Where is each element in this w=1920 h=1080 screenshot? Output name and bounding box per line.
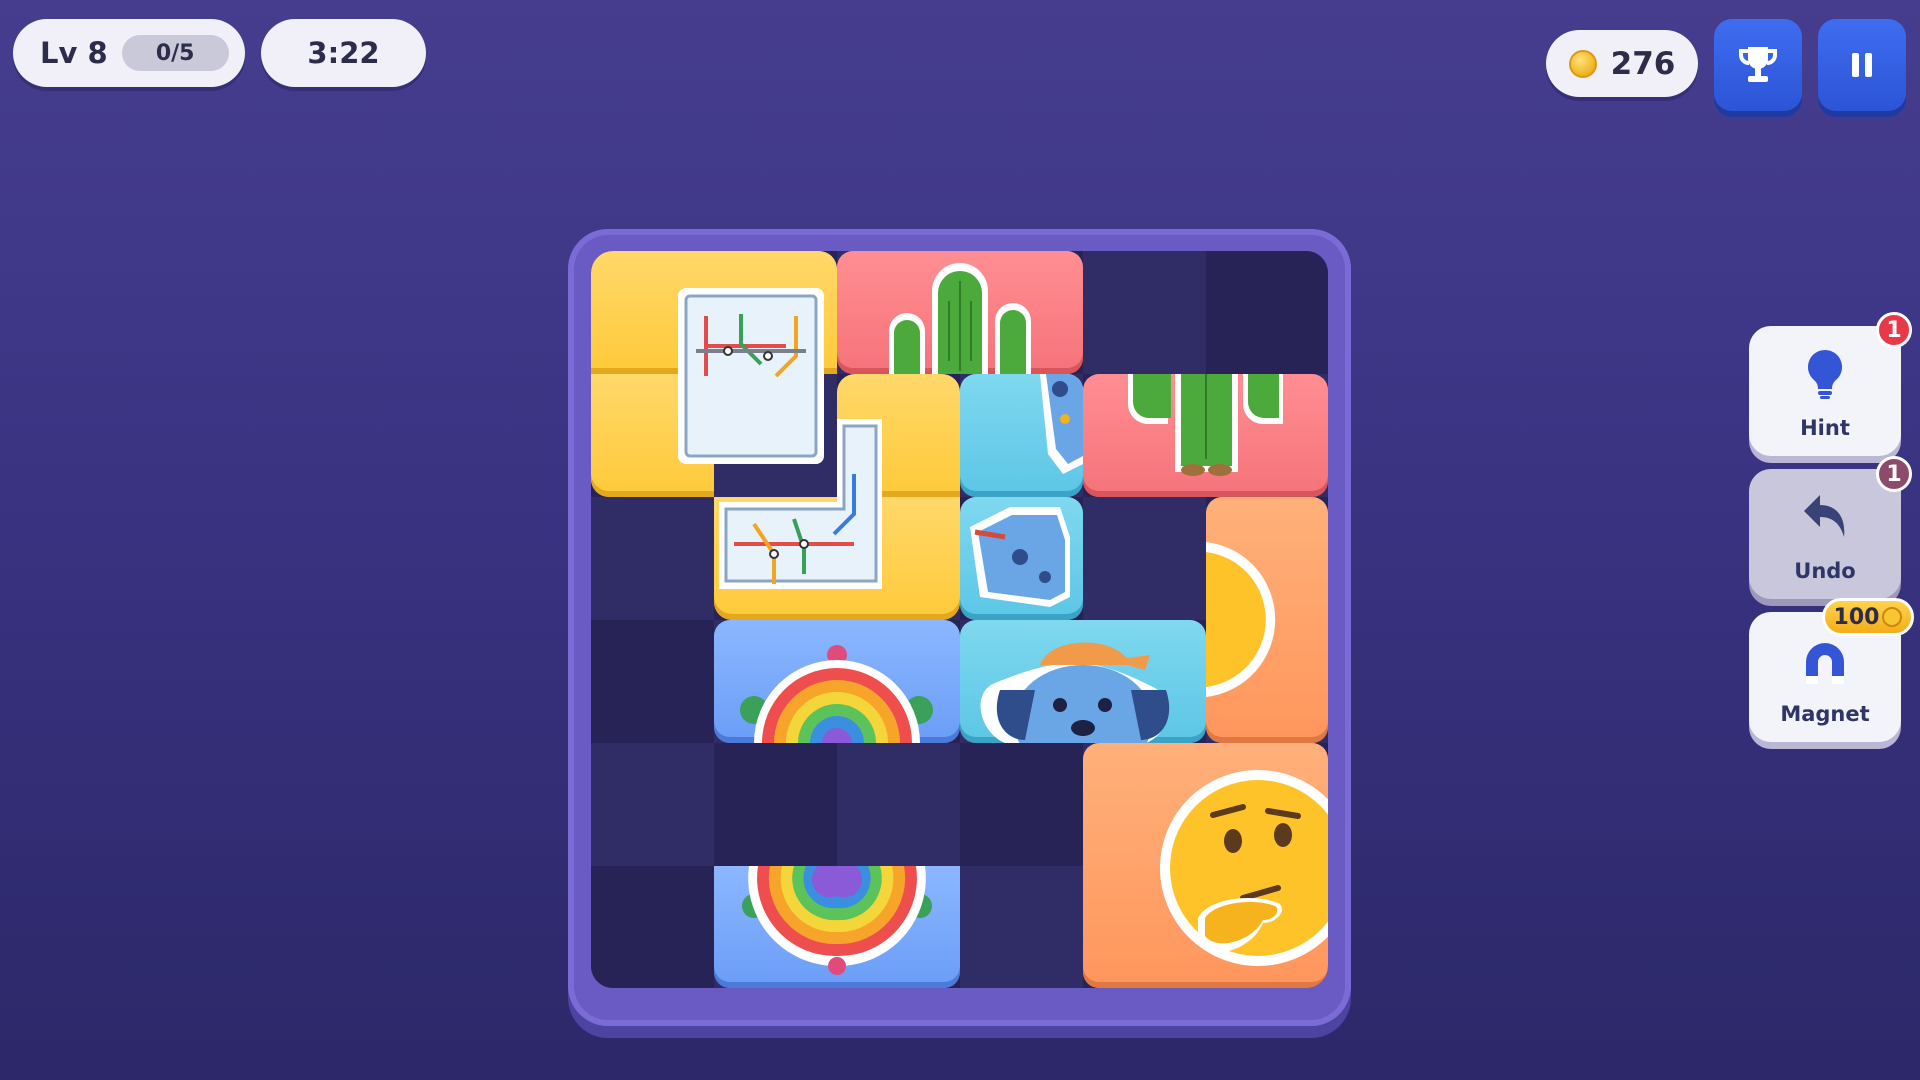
magnet-cost-badge: 100 xyxy=(1822,598,1914,636)
puppy-icon xyxy=(980,642,1170,743)
cactus-tile[interactable] xyxy=(837,251,1083,374)
board-cell[interactable] xyxy=(1083,251,1206,374)
magnet-label: Magnet xyxy=(1780,702,1870,726)
coin-count: 276 xyxy=(1610,45,1676,82)
progress-badge: 0/5 xyxy=(121,35,229,71)
hint-button[interactable]: Hint xyxy=(1749,326,1901,456)
coin-icon xyxy=(1882,607,1903,627)
cactus-icon xyxy=(1128,374,1283,476)
hint-count-badge: 1 xyxy=(1876,312,1912,348)
board-cell[interactable] xyxy=(1206,251,1328,374)
undo-arrow-icon xyxy=(1804,495,1845,537)
pause-icon xyxy=(1852,53,1872,77)
board-cell[interactable] xyxy=(591,743,714,866)
lightbulb-icon xyxy=(1807,349,1843,399)
puppy-icon xyxy=(1040,374,1083,474)
rainbow-turtle-icon xyxy=(740,645,933,743)
undo-label: Undo xyxy=(1794,559,1856,583)
undo-button[interactable]: Undo xyxy=(1749,469,1901,599)
level-label: Lv 8 xyxy=(40,36,108,70)
thinking-face-emoji-icon xyxy=(1160,770,1328,966)
puppy-icon xyxy=(970,507,1070,607)
board-cell[interactable] xyxy=(591,866,714,988)
board-cell[interactable] xyxy=(960,743,1083,866)
puzzle-board xyxy=(591,251,1328,988)
coin-icon xyxy=(1568,49,1597,78)
magnet-icon xyxy=(1806,643,1844,684)
cactus-icon xyxy=(889,263,1031,374)
pause-button[interactable] xyxy=(1818,19,1906,111)
puppy-tile[interactable] xyxy=(960,497,1083,620)
trophy-button[interactable] xyxy=(1714,19,1802,111)
puppy-tile[interactable] xyxy=(960,620,1206,743)
cactus-tile[interactable] xyxy=(1083,374,1328,497)
board-cell[interactable] xyxy=(960,866,1083,988)
level-pill: Lv 8 0/5 xyxy=(13,19,245,87)
board-cell[interactable] xyxy=(1083,497,1206,620)
coin-counter: 276 xyxy=(1546,30,1698,97)
subway-map-icon xyxy=(719,419,882,589)
trophy-icon xyxy=(1739,47,1777,82)
puppy-tile[interactable] xyxy=(960,374,1083,497)
rainbow-turtle-icon xyxy=(742,866,932,975)
hint-label: Hint xyxy=(1800,416,1850,440)
undo-count-badge: 1 xyxy=(1876,456,1912,492)
board-cell[interactable] xyxy=(591,620,714,743)
rainbow-turtle-tile[interactable] xyxy=(714,620,960,743)
magnet-cost-value: 100 xyxy=(1833,604,1880,630)
sun-tile[interactable] xyxy=(1206,497,1328,743)
timer: 3:22 xyxy=(261,19,426,87)
board-cell[interactable] xyxy=(837,743,960,866)
board-cell[interactable] xyxy=(714,743,837,866)
board-cell[interactable] xyxy=(591,497,714,620)
thinking-face-tile[interactable] xyxy=(1083,743,1328,988)
sun-emoji-icon xyxy=(1206,542,1276,697)
